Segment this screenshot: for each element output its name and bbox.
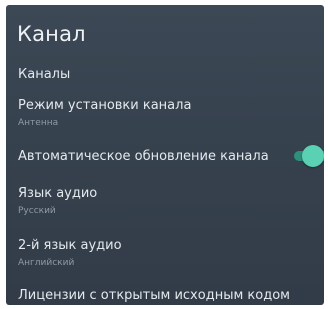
toggle-knob [302,145,324,167]
menu-item-value: Русский [18,206,56,216]
menu-item-label: 2-й язык аудио [18,238,122,253]
menu-item-label: Каналы [18,67,71,82]
menu-item-auto-channel-update[interactable]: Автоматическое обновление канала [18,145,324,167]
menu-item-channels[interactable]: Каналы [18,67,318,83]
menu-item-value: Антенна [18,118,59,128]
menu-item-open-source-licenses[interactable]: Лицензии с открытым исходным кодом [18,288,318,304]
menu-item-value: Английский [18,258,75,268]
menu-item-label: Режим установки канала [18,98,192,113]
channel-settings-panel: Канал Каналы Режим установки канала Анте… [6,5,324,305]
auto-update-toggle[interactable] [290,145,324,167]
menu-item-audio-language[interactable]: Язык аудио Русский [18,186,318,217]
page-title: Канал [17,22,86,46]
menu-item-channel-install-mode[interactable]: Режим установки канала Антенна [18,98,318,129]
menu-item-label: Автоматическое обновление канала [18,149,269,164]
menu-item-second-audio-language[interactable]: 2-й язык аудио Английский [18,238,318,269]
menu-item-label: Язык аудио [18,186,98,201]
menu-item-label: Лицензии с открытым исходным кодом [18,288,290,303]
